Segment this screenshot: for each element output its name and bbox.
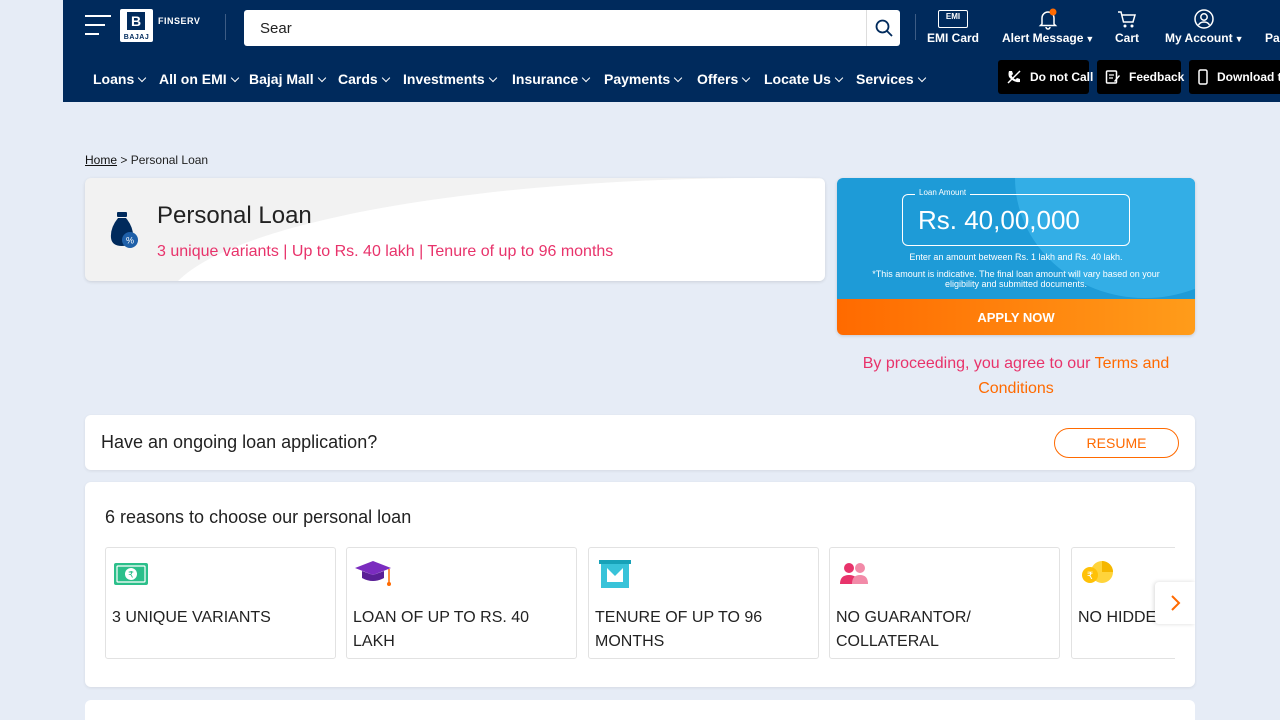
nav-loans[interactable]: Loans	[93, 71, 147, 87]
do-not-call-button[interactable]: Do not Call	[998, 60, 1093, 94]
caret-down-icon: ▼	[1085, 34, 1095, 44]
ongoing-application-banner: Have an ongoing loan application? RESUME	[85, 415, 1195, 470]
reason-text: LOAN OF UP TO RS. 40 LAKH	[353, 609, 530, 650]
rupee-note-icon: ₹	[114, 563, 148, 585]
top-bar: B BAJAJ FINSERV EMI EMI Card Alert Messa…	[63, 0, 1280, 54]
chevron-down-icon	[230, 73, 239, 83]
search-icon	[875, 19, 893, 37]
emi-card-button[interactable]: EMI EMI Card	[927, 8, 979, 45]
nav-cards[interactable]: Cards	[338, 71, 390, 87]
chevron-down-icon	[741, 73, 751, 83]
reason-card[interactable]: NO GUARANTOR/ COLLATERAL	[829, 547, 1060, 659]
chevron-down-icon	[488, 73, 497, 83]
loan-highlights: 3 unique variants | Up to Rs. 40 lakh | …	[157, 243, 614, 260]
loan-amount-hint: Enter an amount between Rs. 1 lakh and R…	[909, 252, 1123, 262]
calendar-icon	[599, 560, 631, 588]
user-icon	[1194, 9, 1214, 29]
next-section-card	[85, 700, 1195, 720]
cart-button[interactable]: Cart	[1115, 8, 1139, 45]
section-heading: 6 reasons to choose our personal loan	[105, 507, 412, 527]
reason-card[interactable]: ₹ 3 UNIQUE VARIANTS	[105, 547, 336, 659]
chevron-down-icon	[917, 73, 926, 83]
search-input[interactable]	[244, 10, 864, 46]
alert-message-button[interactable]: Alert Message ▼	[1002, 8, 1094, 45]
feedback-button[interactable]: Feedback	[1097, 60, 1184, 94]
phone-icon	[1198, 69, 1208, 85]
chevron-down-icon	[673, 73, 683, 83]
nav-locate-us[interactable]: Locate Us	[764, 71, 844, 87]
feedback-icon	[1105, 70, 1120, 84]
page-title: Personal Loan	[157, 202, 312, 229]
ongoing-application-question: Have an ongoing loan application?	[101, 432, 378, 452]
reason-card[interactable]: LOAN OF UP TO RS. 40 LAKH	[346, 547, 577, 659]
loan-amount-field[interactable]: Loan Amount Rs. 40,00,000	[902, 188, 1130, 246]
loan-amount-card: Loan Amount Rs. 40,00,000 Enter an amoun…	[837, 178, 1195, 335]
svg-text:₹: ₹	[1087, 571, 1093, 582]
apply-now-button[interactable]: APPLY NOW	[837, 299, 1195, 335]
site-header: B BAJAJ FINSERV EMI EMI Card Alert Messa…	[63, 0, 1280, 102]
chevron-down-icon	[317, 73, 326, 83]
no-call-icon	[1007, 70, 1021, 84]
nav-services[interactable]: Services	[856, 71, 926, 87]
logo-text: FINSERV	[158, 15, 201, 26]
reasons-carousel: ₹ 3 UNIQUE VARIANTS LOAN OF UP TO RS. 40…	[105, 547, 1175, 659]
nav-all-on-emi[interactable]: All on EMI	[159, 71, 239, 87]
breadcrumb-current: Personal Loan	[130, 153, 209, 167]
my-account-button[interactable]: My Account ▼	[1165, 8, 1243, 45]
reasons-section: 6 reasons to choose our personal loan ₹ …	[85, 482, 1195, 687]
my-account-label: My Account	[1165, 31, 1233, 45]
search-bar	[244, 10, 900, 46]
search-button[interactable]	[866, 10, 900, 46]
chevron-right-icon	[1171, 595, 1181, 611]
logo-mark: B BAJAJ	[120, 9, 153, 42]
breadcrumb: Home > Personal Loan	[85, 153, 208, 167]
emi-card-icon: EMI	[938, 10, 968, 28]
download-app-button[interactable]: Download t	[1189, 60, 1280, 94]
cart-icon	[1118, 11, 1136, 28]
divider	[915, 14, 916, 40]
breadcrumb-separator: >	[120, 153, 128, 167]
bell-icon	[1038, 8, 1058, 30]
nav-payments[interactable]: Payments	[604, 71, 683, 87]
svg-text:%: %	[126, 236, 134, 246]
divider	[225, 14, 226, 40]
loan-amount-disclaimer: *This amount is indicative. The final lo…	[872, 269, 1160, 289]
graduation-cap-icon	[355, 561, 391, 586]
reason-text: TENURE OF UP TO 96 MONTHS	[595, 609, 763, 650]
alert-message-label: Alert Message	[1002, 31, 1084, 45]
loan-summary-card: % Personal Loan 3 unique variants | Up t…	[85, 178, 825, 281]
reason-text: NO GUARANTOR/ COLLATERAL	[836, 609, 971, 650]
partner-button[interactable]: Pa	[1265, 8, 1280, 45]
nav-offers[interactable]: Offers	[697, 71, 751, 87]
bajaj-finserv-logo[interactable]: B BAJAJ FINSERV	[120, 9, 200, 42]
main-nav: Loans All on EMI Bajaj Mall Cards Invest…	[63, 54, 1280, 102]
menu-icon[interactable]	[85, 15, 111, 35]
emi-card-label: EMI Card	[927, 31, 980, 45]
nav-investments[interactable]: Investments	[403, 71, 497, 87]
reason-card[interactable]: TENURE OF UP TO 96 MONTHS	[588, 547, 819, 659]
resume-button[interactable]: RESUME	[1054, 428, 1179, 458]
money-bag-icon: %	[110, 212, 138, 248]
chevron-down-icon	[137, 73, 147, 83]
breadcrumb-home-link[interactable]: Home	[85, 153, 117, 167]
carousel-next-button[interactable]	[1155, 582, 1195, 624]
chevron-down-icon	[381, 73, 390, 83]
nav-insurance[interactable]: Insurance	[512, 71, 591, 87]
terms-notice: By proceeding, you agree to our Terms an…	[862, 355, 1170, 397]
nav-bajaj-mall[interactable]: Bajaj Mall	[249, 71, 326, 87]
partner-label: Pa	[1265, 31, 1280, 45]
reason-text: 3 UNIQUE VARIANTS	[112, 609, 271, 626]
svg-text:₹: ₹	[128, 571, 134, 581]
loan-amount-value: Rs. 40,00,000	[918, 205, 1080, 235]
caret-down-icon: ▼	[1234, 34, 1244, 44]
cart-label: Cart	[1115, 31, 1140, 45]
people-icon	[840, 563, 868, 584]
coins-icon: ₹	[1082, 561, 1113, 583]
chevron-down-icon	[581, 73, 591, 83]
loan-amount-label: Loan Amount	[915, 188, 971, 197]
chevron-down-icon	[834, 73, 844, 83]
